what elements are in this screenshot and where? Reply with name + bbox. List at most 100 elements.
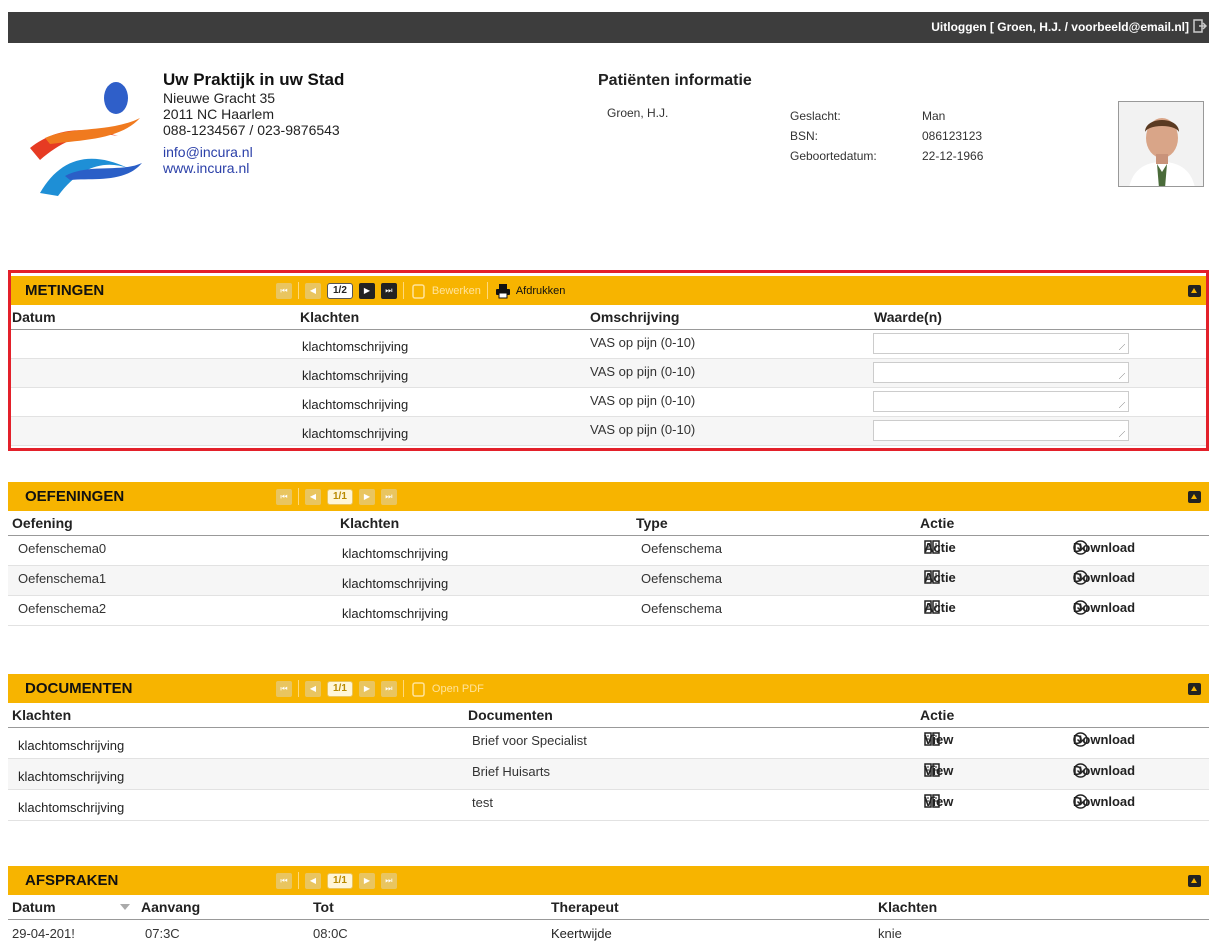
download-button[interactable]: Download: [1073, 732, 1135, 747]
table-row[interactable]: klachtomschrijving Brief voor Specialist…: [8, 728, 1209, 759]
prev-page-button[interactable]: ◀: [305, 680, 321, 697]
print-button[interactable]: Afdrukken: [494, 283, 565, 299]
first-page-button[interactable]: ⏮: [276, 680, 292, 697]
collapse-button[interactable]: [1188, 875, 1201, 887]
afspraken-title: AFSPRAKEN: [25, 872, 119, 889]
page-indicator: 1/2: [327, 282, 353, 299]
logout-icon[interactable]: [1193, 19, 1207, 33]
first-page-button[interactable]: ⏮: [276, 872, 292, 889]
open-pdf-label: Open PDF: [431, 682, 484, 695]
oefeningen-title: OEFENINGEN: [25, 488, 125, 505]
download-button[interactable]: Download: [1073, 794, 1135, 809]
edit-button[interactable]: Bewerken: [410, 283, 481, 299]
sort-desc-icon[interactable]: [120, 904, 130, 910]
documenten-toolbar: ⏮ ◀ 1/1 ▶ ⏭ Open PDF: [276, 680, 490, 697]
next-page-button[interactable]: ▶: [358, 282, 375, 299]
table-header: Datum Aanvang Tot Therapeut Klachten: [8, 895, 1209, 920]
column-header[interactable]: Type: [636, 515, 668, 531]
prev-page-button[interactable]: ◀: [305, 282, 321, 299]
action-button[interactable]: Actie: [924, 540, 956, 555]
action-button[interactable]: Actie: [924, 570, 956, 585]
cell-omschrijving: VAS op pijn (0-10): [590, 422, 696, 437]
cell-document: test: [472, 795, 493, 810]
next-page-button[interactable]: ▶: [358, 488, 375, 505]
column-header[interactable]: Omschrijving: [590, 309, 679, 325]
table-row[interactable]: 29-04-201! 07:3C 08:0C Keertwijde knie: [8, 920, 1209, 947]
column-header[interactable]: Therapeut: [551, 899, 619, 915]
column-header[interactable]: Klachten: [300, 309, 359, 325]
value-input[interactable]: [873, 333, 1129, 354]
table-header: Oefening Klachten Type Actie: [8, 511, 1209, 536]
logout-link[interactable]: Uitloggen [ Groen, H.J. / voorbeeld@emai…: [931, 20, 1189, 34]
column-header[interactable]: Datum: [12, 309, 56, 325]
view-button[interactable]: View: [924, 763, 953, 778]
table-row[interactable]: klachtomschrijving VAS op pijn (0-10): [8, 388, 1209, 417]
download-button[interactable]: Download: [1073, 540, 1135, 555]
table-row[interactable]: klachtomschrijving Brief Huisarts View D…: [8, 759, 1209, 790]
table-row[interactable]: Oefenschema0 klachtomschrijving Oefensch…: [8, 536, 1209, 566]
cell-omschrijving: VAS op pijn (0-10): [590, 393, 696, 408]
table-row[interactable]: klachtomschrijving test View Download: [8, 790, 1209, 821]
column-header[interactable]: Oefening: [12, 515, 73, 531]
table-row[interactable]: klachtomschrijving VAS op pijn (0-10): [8, 417, 1209, 446]
cell-tot: 08:0C: [313, 926, 348, 941]
dob-value: 22-12-1966: [922, 149, 984, 163]
column-header[interactable]: Actie: [920, 707, 954, 723]
next-page-button[interactable]: ▶: [358, 680, 375, 697]
value-input[interactable]: [873, 391, 1129, 412]
open-pdf-button[interactable]: Open PDF: [410, 681, 484, 697]
cell-therapeut: Keertwijde: [551, 926, 612, 941]
view-button[interactable]: View: [924, 794, 953, 809]
download-button[interactable]: Download: [1073, 570, 1135, 585]
first-page-button[interactable]: ⏮: [276, 488, 292, 505]
table-row[interactable]: Oefenschema2 klachtomschrijving Oefensch…: [8, 596, 1209, 626]
gender-value: Man: [922, 109, 946, 123]
afspraken-table: Datum Aanvang Tot Therapeut Klachten 29-…: [8, 895, 1209, 947]
column-header[interactable]: Waarde(n): [874, 309, 942, 325]
header: Uw Praktijk in uw Stad Nieuwe Gracht 35 …: [8, 43, 1209, 233]
view-button[interactable]: View: [924, 732, 953, 747]
column-header[interactable]: Tot: [313, 899, 334, 915]
metingen-table: Datum Klachten Omschrijving Waarde(n) kl…: [8, 305, 1209, 446]
prev-page-button[interactable]: ◀: [305, 488, 321, 505]
table-row[interactable]: Oefenschema1 klachtomschrijving Oefensch…: [8, 566, 1209, 596]
collapse-button[interactable]: [1188, 491, 1201, 503]
bsn-label: BSN:: [790, 129, 819, 143]
practice-phone: 088-1234567 / 023-9876543: [163, 122, 340, 138]
collapse-button[interactable]: [1188, 285, 1201, 297]
last-page-button[interactable]: ⏭: [380, 680, 397, 697]
collapse-button[interactable]: [1188, 683, 1201, 695]
column-header[interactable]: Aanvang: [141, 899, 200, 915]
value-input[interactable]: [873, 362, 1129, 383]
column-header[interactable]: Klachten: [12, 707, 71, 723]
cell-document: Brief Huisarts: [472, 764, 551, 779]
table-row[interactable]: klachtomschrijving VAS op pijn (0-10): [8, 359, 1209, 388]
column-header[interactable]: Documenten: [468, 707, 553, 723]
download-button[interactable]: Download: [1073, 763, 1135, 778]
practice-web-link[interactable]: www.incura.nl: [163, 160, 344, 176]
next-page-button[interactable]: ▶: [358, 872, 375, 889]
page-indicator: 1/1: [327, 680, 353, 697]
action-button[interactable]: Actie: [924, 600, 956, 615]
prev-page-button[interactable]: ◀: [305, 872, 321, 889]
column-header[interactable]: Klachten: [340, 515, 399, 531]
oefeningen-table: Oefening Klachten Type Actie Oefenschema…: [8, 511, 1209, 626]
last-page-button[interactable]: ⏭: [380, 488, 397, 505]
column-header[interactable]: Actie: [920, 515, 954, 531]
practice-email-link[interactable]: info@incura.nl: [163, 144, 344, 160]
last-page-button[interactable]: ⏭: [380, 872, 397, 889]
last-page-button[interactable]: ⏭: [380, 282, 397, 299]
value-input[interactable]: [873, 420, 1129, 441]
action-label: Actie: [924, 569, 956, 585]
first-page-button[interactable]: ⏮: [276, 282, 292, 299]
afspraken-section: AFSPRAKEN ⏮ ◀ 1/1 ▶ ⏭ Datum Aanvang Tot …: [8, 866, 1209, 947]
action-label: Actie: [924, 599, 956, 615]
cell-klacht: klachtomschrijving: [18, 800, 125, 815]
column-header[interactable]: Klachten: [878, 899, 937, 915]
patient-info-title: Patiënten informatie: [598, 72, 752, 89]
dob-label: Geboortedatum:: [790, 149, 877, 163]
table-row[interactable]: klachtomschrijving VAS op pijn (0-10): [8, 330, 1209, 359]
download-button[interactable]: Download: [1073, 600, 1135, 615]
top-bar: Uitloggen [ Groen, H.J. / voorbeeld@emai…: [8, 12, 1209, 43]
column-header[interactable]: Datum: [12, 899, 56, 915]
